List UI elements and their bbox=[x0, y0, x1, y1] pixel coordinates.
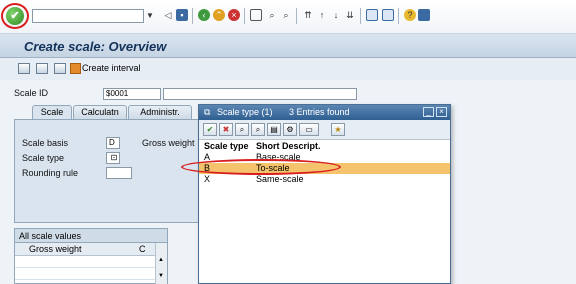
cancel-icon[interactable]: ✖ bbox=[219, 123, 233, 136]
scale-type-label: Scale type bbox=[22, 153, 65, 163]
title-bar: Create scale: Overview bbox=[0, 34, 576, 58]
column-unit[interactable]: C bbox=[139, 244, 146, 254]
chevron-down-icon[interactable]: ▼ bbox=[144, 9, 156, 23]
toolbar-separator bbox=[296, 8, 297, 24]
rounding-rule-label: Rounding rule bbox=[22, 168, 79, 178]
print-icon[interactable] bbox=[250, 9, 262, 21]
find-icon[interactable]: ⌕ bbox=[235, 123, 249, 136]
toolbar-separator bbox=[398, 8, 399, 24]
print-icon[interactable]: ▭ bbox=[299, 123, 319, 136]
system-toolbar: ✔ ▼ ◁ ▪ ‹ ⌃ × ⌕ ⌕ ⇈ ↑ ↓ ⇊ ? bbox=[0, 0, 576, 34]
scale-type-code: X bbox=[204, 174, 211, 184]
customize-icon[interactable] bbox=[418, 9, 430, 21]
table-row[interactable] bbox=[15, 268, 167, 280]
table-row[interactable] bbox=[15, 256, 167, 268]
next-page-icon[interactable]: ↓ bbox=[330, 9, 342, 21]
popup-entries-found: 3 Entries found bbox=[289, 107, 350, 117]
application-toolbar: Create interval bbox=[0, 58, 576, 80]
popup-title-bar: ⧉ Scale type (1) 3 Entries found _ × bbox=[199, 105, 450, 120]
column-short-descript[interactable]: Short Descript. bbox=[256, 141, 321, 152]
toolbar-separator bbox=[244, 8, 245, 24]
create-interval-button[interactable]: Create interval bbox=[82, 63, 141, 73]
back-arrow-small-icon[interactable]: ◁ bbox=[162, 9, 174, 21]
scale-values-table: All scale values Gross weight C ▲ ▼ bbox=[14, 228, 168, 284]
find-next-icon[interactable]: ⌕ bbox=[251, 123, 265, 136]
scale-id-label: Scale ID bbox=[14, 88, 49, 98]
last-page-icon[interactable]: ⇊ bbox=[344, 9, 356, 21]
toolbar-separator bbox=[360, 8, 361, 24]
tab-calculation[interactable]: Calculatn bbox=[73, 105, 127, 119]
list-item[interactable]: X Same-scale bbox=[199, 174, 450, 185]
popup-list: Scale type Short Descript. A Base-scale … bbox=[181, 141, 450, 185]
scale-basis-field[interactable]: D bbox=[106, 137, 120, 149]
first-page-icon[interactable]: ⇈ bbox=[302, 9, 314, 21]
minimize-icon[interactable]: _ bbox=[423, 107, 434, 117]
popup-window-icon: ⧉ bbox=[204, 107, 211, 117]
scale-type-desc: Same-scale bbox=[256, 174, 304, 184]
selection-highlight-oval bbox=[181, 159, 341, 175]
prev-page-icon[interactable]: ↑ bbox=[316, 9, 328, 21]
find-icon[interactable]: ⌕ bbox=[266, 9, 278, 21]
toolbar-separator bbox=[192, 8, 193, 24]
command-field[interactable] bbox=[32, 9, 144, 23]
scale-id-field[interactable]: $0001 bbox=[103, 88, 161, 100]
save-icon[interactable]: ▪ bbox=[176, 9, 188, 21]
confirm-icon[interactable]: ✔ bbox=[203, 123, 217, 136]
exit-icon[interactable]: ⌃ bbox=[213, 9, 225, 21]
value-help-icon[interactable]: ⊡ bbox=[111, 153, 118, 162]
restrict-icon[interactable]: ▤ bbox=[267, 123, 281, 136]
detail-icon[interactable] bbox=[36, 63, 48, 74]
enter-highlight-circle bbox=[1, 3, 29, 29]
tab-administration[interactable]: Administr. bbox=[128, 105, 192, 119]
table-header: Gross weight C bbox=[15, 243, 167, 256]
cancel-icon[interactable]: × bbox=[228, 9, 240, 21]
help-icon[interactable]: ? bbox=[404, 9, 416, 21]
value-help-popup: ⧉ Scale type (1) 3 Entries found _ × ✔ ✖… bbox=[181, 104, 451, 284]
create-interval-icon bbox=[70, 63, 81, 74]
table-scrollbar[interactable]: ▲ ▼ bbox=[155, 243, 167, 284]
settings-icon[interactable]: ⚙ bbox=[283, 123, 297, 136]
shortcut-icon[interactable] bbox=[382, 9, 394, 21]
gross-weight-label: Gross weight bbox=[142, 138, 195, 148]
overview-icon[interactable] bbox=[18, 63, 30, 74]
tab-scale[interactable]: Scale bbox=[32, 105, 72, 119]
page-title: Create scale: Overview bbox=[24, 39, 167, 54]
scale-type-field[interactable]: ⊡ bbox=[106, 152, 120, 164]
scroll-up-icon[interactable]: ▲ bbox=[158, 257, 164, 263]
rounding-rule-field[interactable] bbox=[106, 167, 132, 179]
scale-description-field[interactable] bbox=[163, 88, 357, 100]
favorite-icon[interactable]: ★ bbox=[331, 123, 345, 136]
close-icon[interactable]: × bbox=[436, 107, 447, 117]
find-next-icon[interactable]: ⌕ bbox=[280, 9, 292, 21]
insert-icon[interactable] bbox=[54, 63, 66, 74]
scroll-down-icon[interactable]: ▼ bbox=[158, 273, 164, 279]
popup-toolbar: ✔ ✖ ⌕ ⌕ ▤ ⚙ ▭ ★ bbox=[199, 120, 450, 140]
back-icon[interactable]: ‹ bbox=[198, 9, 210, 21]
column-scale-type[interactable]: Scale type bbox=[204, 141, 249, 152]
table-title: All scale values bbox=[15, 229, 167, 243]
list-item-selected[interactable]: B To-scale bbox=[181, 159, 450, 175]
column-gross-weight[interactable]: Gross weight bbox=[29, 244, 82, 254]
new-session-icon[interactable] bbox=[366, 9, 378, 21]
scale-basis-label: Scale basis bbox=[22, 138, 69, 148]
popup-list-header: Scale type Short Descript. bbox=[199, 141, 450, 152]
popup-title: Scale type (1) bbox=[217, 107, 273, 117]
